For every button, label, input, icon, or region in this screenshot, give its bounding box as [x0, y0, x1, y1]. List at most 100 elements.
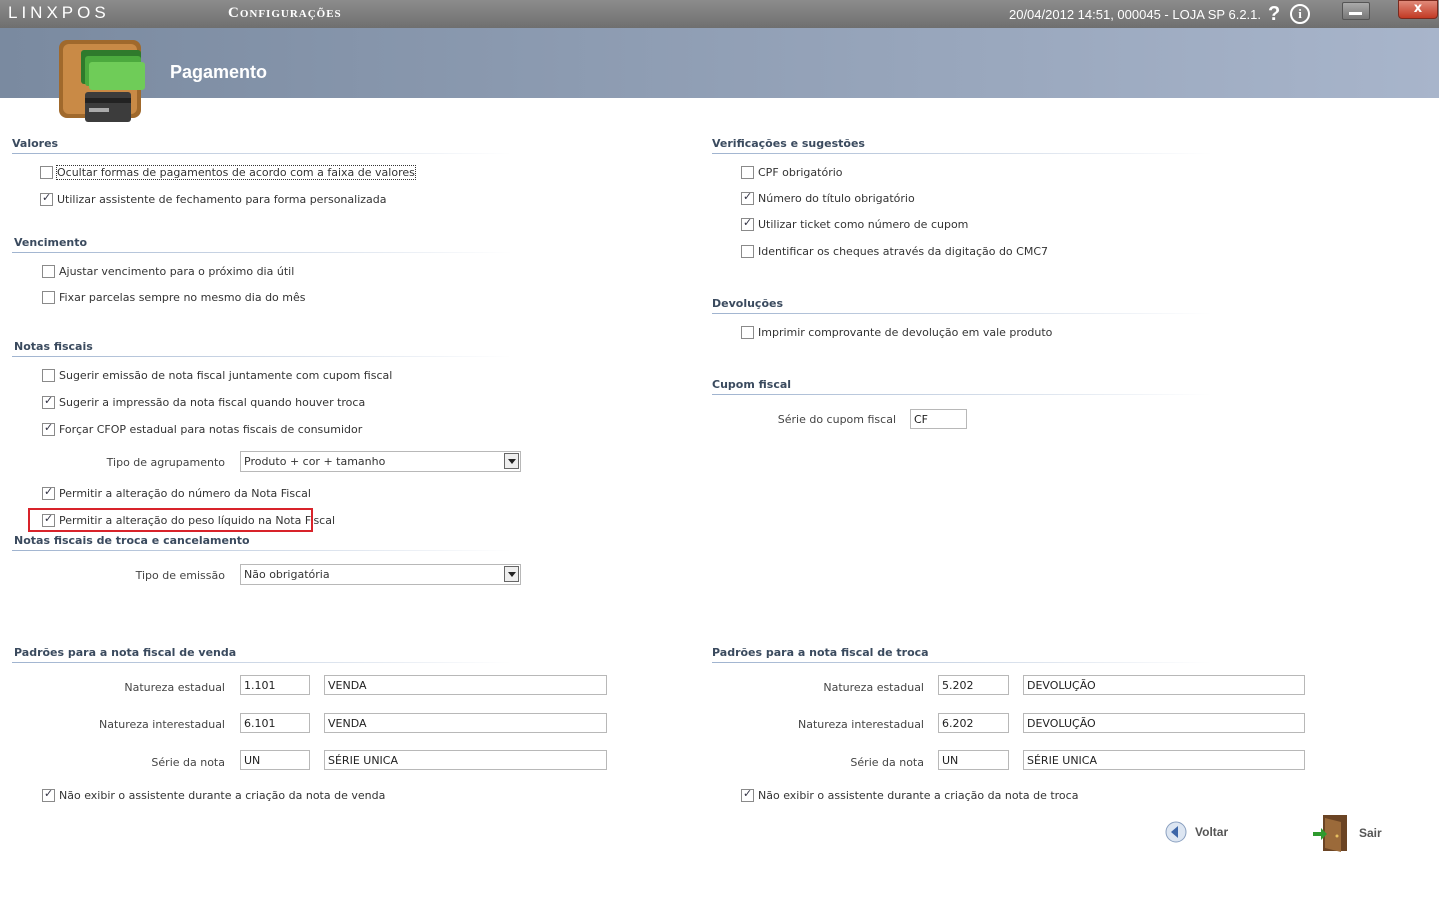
checkbox-assistente-fechamento[interactable]: Utilizar assistente de fechamento para f…	[40, 191, 387, 206]
select-value: Produto + cor + tamanho	[244, 455, 386, 468]
checkbox-label: Sugerir emissão de nota fiscal juntament…	[59, 369, 393, 382]
wallet-icon	[59, 40, 145, 122]
checkbox-label: Utilizar assistente de fechamento para f…	[57, 193, 387, 206]
checkbox-box[interactable]	[741, 166, 754, 179]
checkbox-box[interactable]	[42, 291, 55, 304]
checkbox-box[interactable]	[741, 216, 754, 231]
checkbox-box[interactable]	[42, 369, 55, 382]
close-button[interactable]: x	[1398, 0, 1438, 19]
checkbox-label: Identificar os cheques através da digita…	[758, 245, 1049, 258]
agrupamento-label: Tipo de agrupamento	[106, 456, 225, 469]
checkbox-box[interactable]	[741, 190, 754, 205]
checkbox-label: Fixar parcelas sempre no mesmo dia do mê…	[59, 291, 306, 304]
checkbox-numero-titulo[interactable]: Número do título obrigatório	[741, 190, 915, 205]
section-title-vencimento: Vencimento	[14, 236, 88, 249]
checkbox-ajustar-vencimento[interactable]: Ajustar vencimento para o próximo dia út…	[42, 265, 294, 278]
checkbox-box[interactable]	[40, 191, 53, 206]
divider	[12, 662, 512, 663]
minimize-icon	[1349, 12, 1362, 15]
section-title-devolucoes: Devoluções	[712, 297, 784, 310]
natureza-interestadual-desc-input[interactable]: DEVOLUÇÃO	[1023, 713, 1305, 733]
checkbox-box[interactable]	[42, 394, 55, 409]
checkbox-cpf[interactable]: CPF obrigatório	[741, 166, 843, 179]
checkbox-box[interactable]	[42, 265, 55, 278]
divider	[712, 313, 1212, 314]
checkbox-box[interactable]	[741, 326, 754, 339]
divider	[12, 252, 512, 253]
natureza-estadual-desc-input[interactable]: DEVOLUÇÃO	[1023, 675, 1305, 695]
section-title-padroes-venda: Padrões para a nota fiscal de venda	[14, 646, 237, 659]
natureza-interestadual-label: Natureza interestadual	[98, 718, 225, 731]
checkbox-forcar-cfop[interactable]: Forçar CFOP estadual para notas fiscais …	[42, 421, 362, 436]
help-icon[interactable]: ?	[1268, 3, 1280, 26]
arrow-left-icon	[1165, 821, 1187, 843]
checkbox-label: Número do título obrigatório	[758, 192, 915, 205]
checkbox-ocultar-formas[interactable]: Ocultar formas de pagamentos de acordo c…	[40, 165, 416, 180]
checkbox-box[interactable]	[741, 245, 754, 258]
natureza-estadual-desc-input[interactable]: VENDA	[324, 675, 607, 695]
checkbox-label: CPF obrigatório	[758, 166, 843, 179]
checkbox-box[interactable]	[741, 787, 754, 802]
serie-nota-desc-input[interactable]: SÉRIE UNICA	[324, 750, 607, 770]
serie-nota-label: Série da nota	[151, 756, 225, 769]
checkbox-label: Sugerir a impressão da nota fiscal quand…	[59, 396, 366, 409]
title-bar: LINXPOS Configurações 20/04/2012 14:51, …	[0, 0, 1439, 28]
section-title-valores: Valores	[12, 137, 59, 150]
exit-button[interactable]: Sair	[1311, 812, 1382, 854]
natureza-estadual-code-input[interactable]: 5.202	[938, 675, 1009, 695]
chevron-down-icon[interactable]	[504, 453, 519, 469]
section-title-notas-fiscais: Notas fiscais	[14, 340, 93, 353]
emissao-select[interactable]: Não obrigatória	[240, 564, 521, 585]
emissao-label: Tipo de emissão	[135, 569, 225, 582]
chevron-down-icon[interactable]	[504, 566, 519, 582]
serie-nota-code-input[interactable]: UN	[938, 750, 1009, 770]
app-logo: LINXPOS	[8, 3, 110, 22]
checkbox-box[interactable]	[42, 485, 55, 500]
natureza-estadual-label: Natureza estadual	[124, 681, 225, 694]
agrupamento-select[interactable]: Produto + cor + tamanho	[240, 451, 521, 472]
checkbox-box[interactable]	[42, 787, 55, 802]
checkbox-ticket-cupom[interactable]: Utilizar ticket como número de cupom	[741, 216, 969, 231]
checkbox-comprovante-devolucao[interactable]: Imprimir comprovante de devolução em val…	[741, 326, 1052, 339]
checkbox-box[interactable]	[42, 421, 55, 436]
natureza-interestadual-desc-input[interactable]: VENDA	[324, 713, 607, 733]
module-title: Configurações	[228, 5, 342, 21]
checkbox-assistente-troca[interactable]: Não exibir o assistente durante a criaçã…	[741, 787, 1079, 802]
checkbox-label: Utilizar ticket como número de cupom	[758, 218, 969, 231]
natureza-interestadual-code-input[interactable]: 6.202	[938, 713, 1009, 733]
section-title-padroes-troca: Padrões para a nota fiscal de troca	[712, 646, 929, 659]
serie-cupom-input[interactable]: CF	[910, 409, 967, 429]
natureza-estadual-code-input[interactable]: 1.101	[240, 675, 310, 695]
serie-nota-code-input[interactable]: UN	[240, 750, 310, 770]
section-title-verificacoes: Verificações e sugestões	[712, 137, 865, 150]
info-icon[interactable]: i	[1290, 4, 1310, 24]
checkbox-label: Permitir a alteração do número da Nota F…	[59, 487, 311, 500]
back-button[interactable]: Voltar	[1165, 821, 1228, 843]
natureza-estadual-label: Natureza estadual	[823, 681, 924, 694]
section-title-troca-cancelamento: Notas fiscais de troca e cancelamento	[14, 534, 250, 547]
checkbox-assistente-venda[interactable]: Não exibir o assistente durante a criaçã…	[42, 787, 386, 802]
divider	[712, 153, 1212, 154]
door-exit-icon	[1313, 815, 1347, 852]
natureza-interestadual-code-input[interactable]: 6.101	[240, 713, 310, 733]
exit-label: Sair	[1359, 826, 1382, 840]
section-title-cupom-fiscal: Cupom fiscal	[712, 378, 792, 391]
checkbox-sugerir-impressao[interactable]: Sugerir a impressão da nota fiscal quand…	[42, 394, 366, 409]
checkbox-label: Imprimir comprovante de devolução em val…	[758, 326, 1053, 339]
divider	[12, 550, 512, 551]
natureza-interestadual-label: Natureza interestadual	[797, 718, 924, 731]
checkbox-label: Não exibir o assistente durante a criaçã…	[59, 789, 386, 802]
checkbox-fixar-parcelas[interactable]: Fixar parcelas sempre no mesmo dia do mê…	[42, 291, 306, 304]
divider	[12, 356, 512, 357]
checkbox-alteracao-numero[interactable]: Permitir a alteração do número da Nota F…	[42, 485, 311, 500]
minimize-button[interactable]	[1342, 2, 1370, 20]
divider	[712, 662, 1212, 663]
checkbox-sugerir-emissao[interactable]: Sugerir emissão de nota fiscal juntament…	[42, 369, 392, 382]
divider	[12, 153, 512, 154]
checkbox-label: Não exibir o assistente durante a criaçã…	[758, 789, 1079, 802]
serie-nota-desc-input[interactable]: SÉRIE UNICA	[1023, 750, 1305, 770]
checkbox-label: Ocultar formas de pagamentos de acordo c…	[56, 165, 416, 180]
checkbox-cmc7[interactable]: Identificar os cheques através da digita…	[741, 245, 1048, 258]
status-text: 20/04/2012 14:51, 000045 - LOJA SP 6.2.1…	[1008, 7, 1261, 22]
checkbox-box[interactable]	[40, 166, 53, 179]
